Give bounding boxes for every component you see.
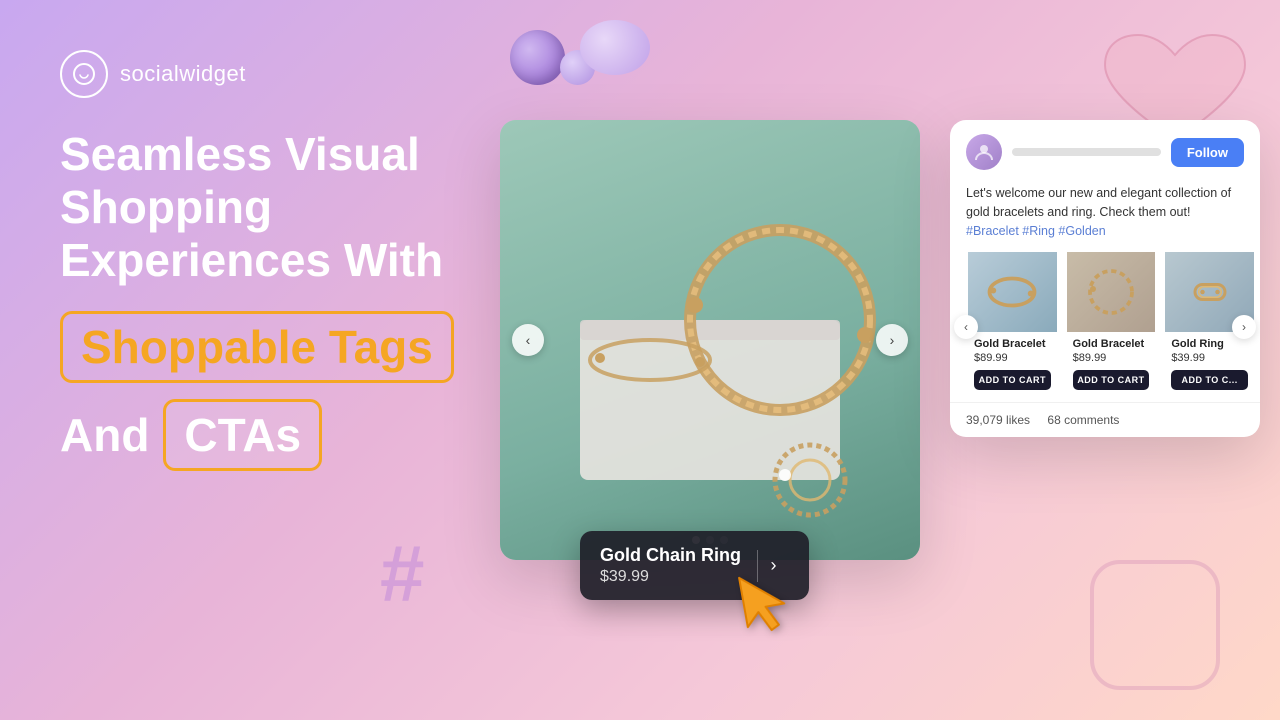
products-row: ‹ Gold Bracelet $89.99 ADD TO CART <box>950 252 1260 402</box>
product-price-3: $39.99 <box>1165 352 1254 370</box>
add-to-cart-btn-1[interactable]: ADD TO CART <box>974 370 1051 390</box>
add-to-cart-btn-2[interactable]: ADD TO CART <box>1073 370 1150 390</box>
post-username-bar <box>1012 148 1161 156</box>
product-item-1: Gold Bracelet $89.99 ADD TO CART <box>968 252 1057 402</box>
post-stats: 39,079 likes 68 comments <box>950 402 1260 437</box>
decorative-ball-3 <box>580 20 650 75</box>
product-price-1: $89.99 <box>968 352 1057 370</box>
follow-button[interactable]: Follow <box>1171 138 1244 167</box>
product-tag-info: Gold Chain Ring $39.99 <box>600 545 741 586</box>
post-caption: Let's welcome our new and elegant collec… <box>950 184 1260 252</box>
products-prev-arrow[interactable]: ‹ <box>954 315 978 339</box>
post-likes: 39,079 likes <box>966 413 1030 427</box>
logo-icon <box>60 50 108 98</box>
main-prev-arrow[interactable]: ‹ <box>512 324 544 356</box>
products-next-arrow[interactable]: › <box>1232 315 1256 339</box>
left-panel: socialwidget Seamless Visual Shopping Ex… <box>60 50 480 487</box>
product-name-2: Gold Bracelet <box>1067 332 1156 352</box>
and-connector: And <box>60 408 149 462</box>
hashtag-decoration: # <box>380 528 425 620</box>
product-thumb-2 <box>1067 252 1156 332</box>
main-next-arrow[interactable]: › <box>876 324 908 356</box>
main-image-background: ‹ › <box>500 120 920 560</box>
shoppable-tags-highlight: Shoppable Tags <box>60 311 454 383</box>
product-price-2: $89.99 <box>1067 352 1156 370</box>
logo-row: socialwidget <box>60 50 480 98</box>
ctas-highlight: CTAs <box>163 399 322 471</box>
add-to-cart-btn-3[interactable]: ADD TO C... <box>1171 370 1248 390</box>
jewelry-artwork <box>500 120 920 560</box>
post-header: Follow <box>950 120 1260 184</box>
shoppable-tags-line: Shoppable Tags <box>60 311 480 383</box>
mockup-container: ‹ › Gold Chain Ring $39.99 › <box>500 120 1260 620</box>
decorative-ball-2 <box>560 50 595 85</box>
post-card: Follow Let's welcome our new and elegant… <box>950 120 1260 437</box>
product-thumb-1 <box>968 252 1057 332</box>
product-item-2: Gold Bracelet $89.99 ADD TO CART <box>1067 252 1156 402</box>
product-name-1: Gold Bracelet <box>968 332 1057 352</box>
product-tag-name: Gold Chain Ring <box>600 545 741 566</box>
brand-name: socialwidget <box>120 61 246 87</box>
main-image-panel: ‹ › Gold Chain Ring $39.99 › <box>500 120 920 560</box>
headline: Seamless Visual Shopping Experiences Wit… <box>60 128 480 287</box>
post-avatar <box>966 134 1002 170</box>
caption-text: Let's welcome our new and elegant collec… <box>966 186 1231 219</box>
ctas-line: And CTAs <box>60 399 480 471</box>
decorative-ball-1 <box>510 30 565 85</box>
post-comments: 68 comments <box>1047 413 1119 427</box>
instagram-circle-decoration <box>1090 560 1220 690</box>
post-hashtags: #Bracelet #Ring #Golden <box>966 224 1106 238</box>
product-tag-price: $39.99 <box>600 568 741 586</box>
